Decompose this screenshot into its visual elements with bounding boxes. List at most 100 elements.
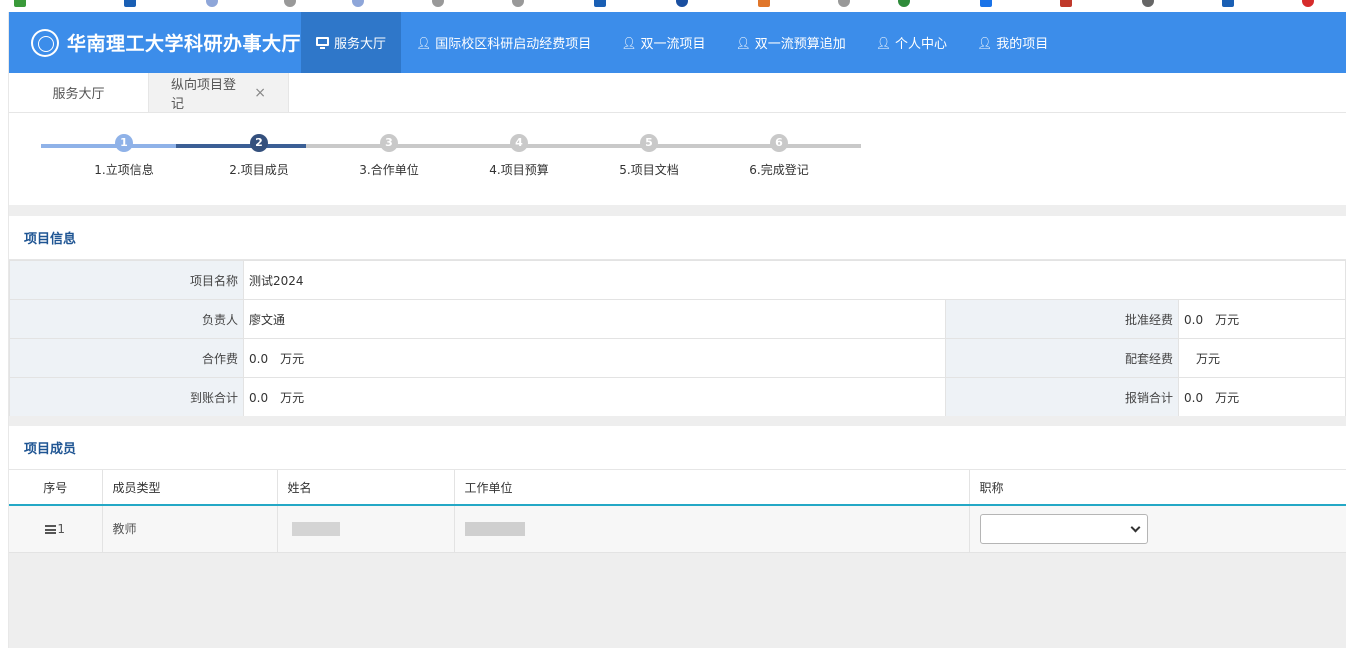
unit-label: 万元: [1215, 390, 1240, 405]
approved-funds-cell: 0.0 万元: [1178, 299, 1346, 339]
bookmark-icon: [594, 0, 606, 7]
nav-item-personal-center[interactable]: 👤︎ 个人中心: [861, 12, 962, 73]
approved-funds-label: 批准经费: [945, 299, 1179, 339]
bookmark-item[interactable]: [676, 0, 688, 8]
tab-bar: 服务大厅 纵向项目登记 ×: [9, 73, 1346, 113]
bookmark-item[interactable]: [980, 0, 992, 8]
user-icon: 👤︎: [735, 35, 751, 50]
nav-label: 个人中心: [895, 37, 948, 52]
bookmark-item[interactable]: [124, 0, 136, 8]
nav-label: 服务大厅: [334, 37, 387, 52]
bookmark-icon: [838, 0, 850, 7]
nav-label: 双一流预算追加: [754, 37, 846, 52]
bookmark-item[interactable]: [1302, 0, 1314, 8]
reimbursed-total-label: 报销合计: [945, 377, 1179, 417]
member-title-cell: [969, 505, 1346, 553]
bookmark-icon: [676, 0, 688, 7]
progress-stepper: 1 1.立项信息 2 2.项目成员 3 3.合作单位 4 4.项目预算 5 5.…: [9, 113, 1346, 205]
main-nav: 服务大厅 👤︎ 国际校区科研启动经费项目 👤︎ 双一流项目 👤︎ 双一流预算追加…: [301, 12, 1063, 73]
user-icon: 👤︎: [621, 35, 637, 50]
nav-item-budget-addition[interactable]: 👤︎ 双一流预算追加: [721, 12, 861, 73]
user-icon: 👤︎: [416, 35, 432, 50]
matching-funds-label: 配套经费: [945, 338, 1179, 378]
leader-label: 负责人: [9, 299, 244, 339]
title-select[interactable]: [979, 513, 1148, 544]
tab-label: 服务大厅: [52, 87, 105, 102]
nav-item-double-first-class[interactable]: 👤︎ 双一流项目: [606, 12, 720, 73]
drag-handle-icon[interactable]: [45, 524, 57, 534]
coop-fee-cell: 0.0 万元: [243, 338, 946, 378]
step-label: 4.项目预算: [489, 163, 549, 177]
member-organization-cell: [454, 505, 970, 553]
bookmark-icon: [432, 0, 444, 7]
bookmark-item[interactable]: [594, 0, 606, 8]
step-dot: 4: [510, 134, 528, 152]
page-bottom-area: [9, 553, 1346, 648]
bookmark-item[interactable]: [758, 0, 770, 8]
reimbursed-total-value: 0.0: [1184, 390, 1204, 405]
nav-item-my-projects[interactable]: 👤︎ 我的项目: [962, 12, 1063, 73]
table-row[interactable]: 1 教师: [9, 505, 1346, 553]
tab-label: 纵向项目登记: [171, 77, 237, 112]
bookmark-item[interactable]: [838, 0, 850, 8]
step-4[interactable]: 4 4.项目预算: [459, 134, 579, 178]
bookmark-icon: [352, 0, 364, 7]
bookmark-icon: [1222, 0, 1234, 7]
bookmark-item[interactable]: [206, 0, 218, 8]
bookmark-icon: [1060, 0, 1072, 7]
project-info-table: 项目名称 测试2024 负责人 廖文通 批准经费 0.0 万元 合作费 0.0 万元…: [9, 260, 1346, 417]
coop-fee-value: 0.0: [249, 351, 269, 366]
received-total-cell: 0.0 万元: [243, 377, 946, 417]
bookmark-item[interactable]: [1142, 0, 1154, 8]
step-6[interactable]: 6 6.完成登记: [719, 134, 839, 178]
unit-label: 万元: [280, 390, 305, 405]
step-dot: 2: [250, 134, 268, 152]
unit-label: 万元: [280, 351, 305, 366]
bookmark-item[interactable]: [898, 0, 910, 8]
step-dot: 6: [770, 134, 788, 152]
section-separator: [9, 416, 1346, 426]
brand[interactable]: 华南理工大学科研办事大厅: [9, 12, 301, 73]
received-total-label: 到账合计: [9, 377, 244, 417]
bookmark-item[interactable]: [14, 0, 26, 8]
project-name-label: 项目名称: [9, 260, 244, 300]
members-title: 项目成员: [9, 426, 1346, 470]
bookmark-item[interactable]: [432, 0, 444, 8]
bookmark-item[interactable]: [352, 0, 364, 8]
bookmark-item[interactable]: [1060, 0, 1072, 8]
redacted-name: [291, 522, 340, 536]
step-dot: 3: [380, 134, 398, 152]
step-label: 3.合作单位: [359, 163, 419, 177]
step-dot: 5: [640, 134, 658, 152]
left-frame: [0, 12, 9, 648]
step-3[interactable]: 3 3.合作单位: [329, 134, 449, 178]
site-title: 华南理工大学科研办事大厅: [66, 33, 301, 55]
bookmark-item[interactable]: [1222, 0, 1234, 8]
bookmark-item[interactable]: [284, 0, 296, 8]
step-label: 2.项目成员: [229, 163, 289, 177]
bookmark-icon: [124, 0, 136, 7]
close-icon[interactable]: ×: [254, 85, 266, 101]
browser-bookmarks-bar: [0, 0, 1346, 12]
nav-item-service-hall[interactable]: 服务大厅: [301, 12, 402, 73]
members-table: 序号 成员类型 姓名 工作单位 职称 1 教师: [9, 470, 1346, 553]
member-name-cell: [277, 505, 455, 553]
nav-label: 双一流项目: [640, 37, 706, 52]
nav-item-intl-campus-fund[interactable]: 👤︎ 国际校区科研启动经费项目: [401, 12, 606, 73]
redacted-organization: [464, 522, 525, 536]
chevron-down-icon: [1130, 522, 1140, 533]
bookmark-icon: [512, 0, 524, 7]
tab-service-hall[interactable]: 服务大厅: [9, 73, 149, 112]
bookmark-item[interactable]: [512, 0, 524, 8]
step-5[interactable]: 5 5.项目文档: [589, 134, 709, 178]
bookmark-icon: [980, 0, 992, 7]
step-1[interactable]: 1 1.立项信息: [64, 134, 184, 178]
top-navbar: 华南理工大学科研办事大厅 服务大厅 👤︎ 国际校区科研启动经费项目 👤︎ 双一流…: [9, 12, 1346, 73]
tab-vertical-project-registration[interactable]: 纵向项目登记 ×: [149, 73, 289, 112]
bookmark-icon: [1142, 0, 1154, 7]
bookmark-icon: [758, 0, 770, 7]
table-header-row: 序号 成员类型 姓名 工作单位 职称: [9, 470, 1346, 506]
step-2[interactable]: 2 2.项目成员: [199, 134, 319, 178]
col-header-index: 序号: [9, 470, 103, 506]
bookmark-icon: [1302, 0, 1314, 7]
